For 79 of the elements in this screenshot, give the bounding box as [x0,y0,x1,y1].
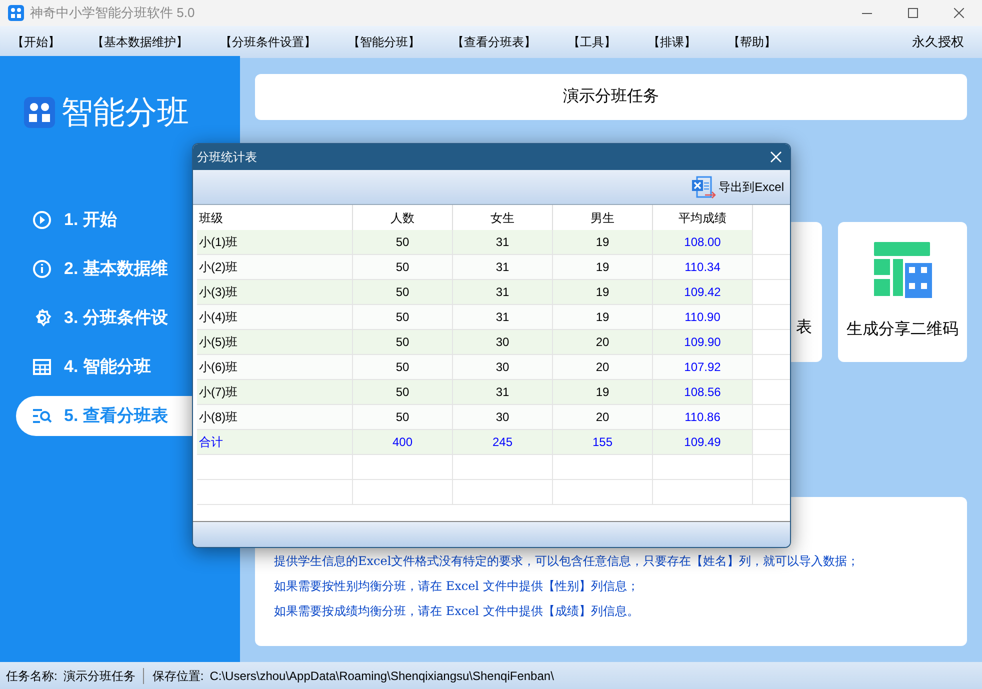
table-cell: 31 [453,255,553,279]
table-cell: 110.86 [653,405,753,429]
table-cell: 小(4)班 [197,305,353,329]
export-button[interactable]: 导出到Excel [690,175,784,199]
spreadsheet-export-icon [690,175,717,199]
table-cell: 50 [353,255,453,279]
table-icon [32,357,52,377]
info-text: 如果需要按性别均衡分班，请在 Excel 文件中提供【性别】列信息； [274,578,640,595]
table-cell: 50 [353,305,453,329]
table-cell: 19 [553,305,653,329]
table-cell: 19 [553,255,653,279]
menu-item[interactable]: 【帮助】 [722,33,782,51]
table-cell: 110.90 [653,305,753,329]
table-cell: 小(1)班 [197,230,353,254]
app-logo-icon [8,5,24,21]
table-cell: 107.92 [653,355,753,379]
action-card[interactable]: 生成分享二维码 [838,222,967,362]
table-cell: 31 [453,280,553,304]
table-cell: 50 [353,280,453,304]
table-cell: 109.42 [653,280,753,304]
table-cell: 合计 [197,430,353,454]
task-title-bar: 演示分班任务 [255,74,967,120]
table-cell: 31 [453,305,553,329]
search-icon [32,406,52,426]
sidebar-title: 智能分班 [61,93,189,132]
table-cell: 155 [553,430,653,454]
table-cell: 30 [453,405,553,429]
table-cell: 31 [453,380,553,404]
menu-item[interactable]: 【查看分班表】 [446,33,542,51]
info-text: 如果需要按成绩均衡分班，请在 Excel 文件中提供【成绩】列信息。 [274,603,640,620]
table-cell: 小(8)班 [197,405,353,429]
table-cell: 19 [553,230,653,254]
menu-item[interactable]: 【工具】 [562,33,622,51]
info-text: 提供学生信息的Excel文件格式没有特定的要求，可以包含任意信息，只要存在【姓名】列，就可以导入数据； [274,553,860,570]
play-circle-icon [32,210,52,230]
table-cell: 30 [453,355,553,379]
table-cell: 245 [453,430,553,454]
menu-item[interactable]: 【基本数据维护】 [86,33,194,51]
table-cell: 50 [353,380,453,404]
table-cell: 小(3)班 [197,280,353,304]
minimize-icon [862,12,872,14]
license-label: 永久授权 [912,33,964,52]
table-cell: 小(6)班 [197,355,353,379]
table-cell: 30 [453,330,553,354]
table-cell: 109.90 [653,330,753,354]
table-cell: 50 [353,330,453,354]
table-cell: 20 [553,330,653,354]
close-icon [954,8,964,18]
status-label: 任务名称: [6,668,58,684]
table-cell: 108.56 [653,380,753,404]
table-cell: 20 [553,355,653,379]
table-cell: 小(2)班 [197,255,353,279]
table-cell: 20 [553,405,653,429]
status-value: C:\Users\zhou\AppData\Roaming\Shenqixiangsu\ShenqiFenban\ [210,668,554,684]
menu-item[interactable]: 【开始】 [6,33,66,51]
window-title: 神奇中小学智能分班软件 5.0 [30,4,195,22]
dialog-title: 分班统计表 [197,149,257,166]
table-cell: 小(7)班 [197,380,353,404]
table-cell: 400 [353,430,453,454]
qr-code-icon [874,242,932,298]
menu-item[interactable]: 【智能分班】 [342,33,426,51]
table-cell: 小(5)班 [197,330,353,354]
status-value: 演示分班任务 [63,668,136,684]
menu-item[interactable]: 【分班条件设置】 [214,33,322,51]
table-cell: 19 [553,380,653,404]
app-logo-icon [24,96,55,128]
maximize-icon [908,8,918,18]
table-cell: 19 [553,280,653,304]
table-cell: 109.49 [653,430,753,454]
table-cell: 108.00 [653,230,753,254]
table-cell: 50 [353,355,453,379]
table-cell: 31 [453,230,553,254]
table-cell: 110.34 [653,255,753,279]
close-icon [770,151,782,163]
table-cell: 50 [353,405,453,429]
menu-item[interactable]: 【排课】 [642,33,702,51]
table-cell: 50 [353,230,453,254]
status-label: 保存位置: [152,668,204,684]
info-icon [32,259,52,279]
